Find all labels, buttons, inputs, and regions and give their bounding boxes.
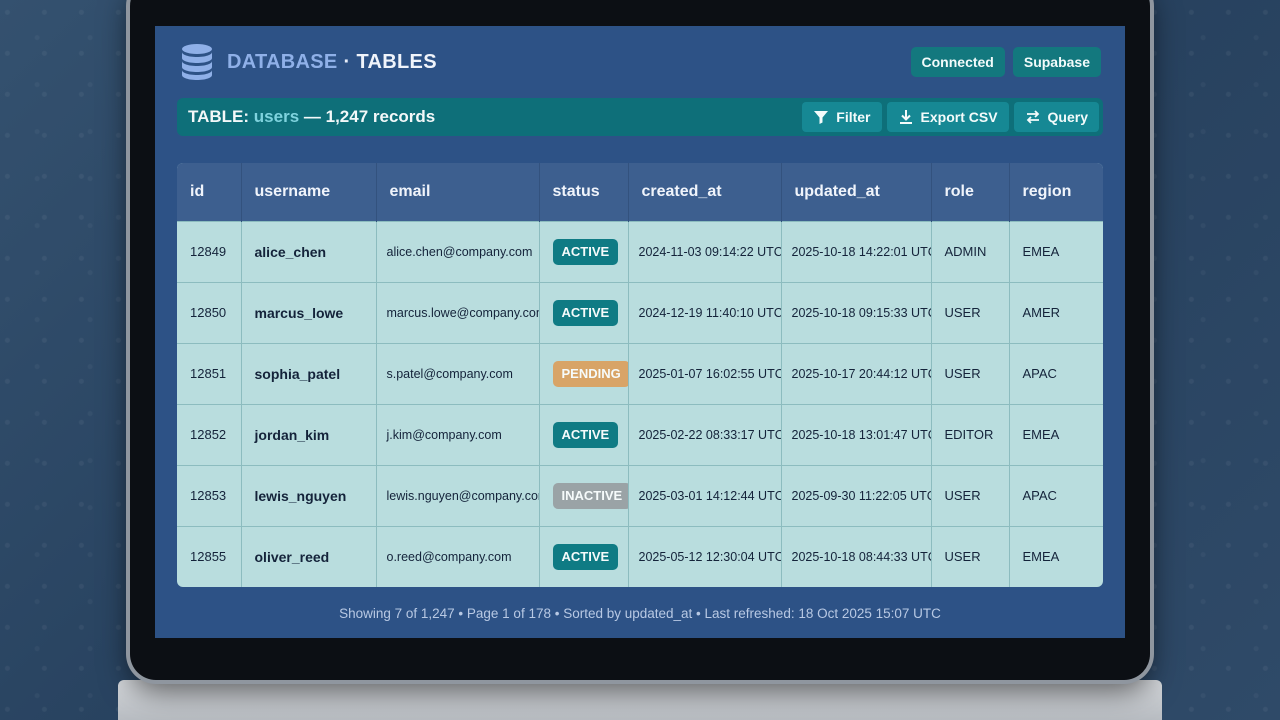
cell-username: jordan_kim bbox=[241, 403, 377, 465]
cell-username: marcus_lowe bbox=[241, 281, 377, 343]
provider-badge[interactable]: Supabase bbox=[1012, 47, 1101, 77]
query-label: Query bbox=[1047, 109, 1088, 125]
cell-email: s.patel@company.com bbox=[376, 342, 540, 404]
cell-created-at: 2024-11-03 09:14:22 UTC bbox=[628, 220, 782, 282]
laptop-base bbox=[118, 680, 1162, 720]
column-header-status[interactable]: status bbox=[539, 163, 629, 221]
query-button[interactable]: Query bbox=[1013, 102, 1099, 132]
status-badge: INACTIVE bbox=[552, 482, 627, 509]
cell-username: lewis_nguyen bbox=[241, 464, 377, 526]
cell-email: j.kim@company.com bbox=[376, 403, 540, 465]
title-database: DATABASE bbox=[227, 50, 338, 73]
cell-region: EMEA bbox=[1009, 220, 1103, 282]
status-badge: ACTIVE bbox=[552, 238, 619, 265]
cell-updated-at: 2025-10-18 08:44:33 UTC bbox=[781, 525, 932, 587]
cell-updated-at: 2025-09-30 11:22:05 UTC bbox=[781, 464, 932, 526]
cell-region: APAC bbox=[1009, 464, 1103, 526]
record-count: — 1,247 records bbox=[303, 107, 436, 126]
column-header-region[interactable]: region bbox=[1009, 163, 1103, 221]
cell-role: USER bbox=[931, 525, 1010, 587]
app-screen: DATABASE · TABLES Connected Supabase TABLE… bbox=[155, 26, 1125, 638]
table-row[interactable]: 12849 alice_chen alice.chen@company.com … bbox=[177, 220, 1103, 282]
cell-role: EDITOR bbox=[931, 403, 1010, 465]
swap-arrows-icon bbox=[1026, 110, 1039, 124]
status-badge: ACTIVE bbox=[552, 543, 619, 570]
toolbar-actions: Filter Export CSV Query bbox=[802, 102, 1103, 132]
cell-region: AMER bbox=[1009, 281, 1103, 343]
cell-username: sophia_patel bbox=[241, 342, 377, 404]
cell-id: 12855 bbox=[177, 525, 242, 587]
table-info: TABLE: users — 1,247 records bbox=[188, 107, 435, 127]
column-header-username[interactable]: username bbox=[241, 163, 377, 221]
cell-role: USER bbox=[931, 281, 1010, 343]
cell-id: 12851 bbox=[177, 342, 242, 404]
table-row[interactable]: 12855 oliver_reed o.reed@company.com ACT… bbox=[177, 525, 1103, 587]
database-icon bbox=[182, 44, 212, 80]
cell-region: EMEA bbox=[1009, 403, 1103, 465]
page-title: DATABASE · TABLES bbox=[227, 51, 437, 74]
cell-role: ADMIN bbox=[931, 220, 1010, 282]
cell-created-at: 2024-12-19 11:40:10 UTC bbox=[628, 281, 782, 343]
cell-updated-at: 2025-10-18 14:22:01 UTC bbox=[781, 220, 932, 282]
column-header-id[interactable]: id bbox=[177, 163, 242, 221]
cell-role: USER bbox=[931, 464, 1010, 526]
cell-updated-at: 2025-10-17 20:44:12 UTC bbox=[781, 342, 932, 404]
cell-id: 12849 bbox=[177, 220, 242, 282]
column-header-updated-at[interactable]: updated_at bbox=[781, 163, 932, 221]
cell-status: ACTIVE bbox=[539, 525, 629, 587]
column-header-role[interactable]: role bbox=[931, 163, 1010, 221]
cell-status: ACTIVE bbox=[539, 220, 629, 282]
table-row[interactable]: 12852 jordan_kim j.kim@company.com ACTIV… bbox=[177, 403, 1103, 465]
status-badge: ACTIVE bbox=[552, 421, 619, 448]
cell-id: 12850 bbox=[177, 281, 242, 343]
filter-button[interactable]: Filter bbox=[802, 102, 882, 132]
export-csv-button[interactable]: Export CSV bbox=[886, 102, 1009, 132]
cell-role: USER bbox=[931, 342, 1010, 404]
download-icon bbox=[899, 110, 912, 124]
connection-status-badge[interactable]: Connected bbox=[910, 47, 1005, 77]
cell-email: lewis.nguyen@company.com bbox=[376, 464, 540, 526]
cell-status: INACTIVE bbox=[539, 464, 629, 526]
filter-icon bbox=[814, 111, 829, 124]
filter-label: Filter bbox=[836, 109, 871, 125]
table-row[interactable]: 12851 sophia_patel s.patel@company.com P… bbox=[177, 342, 1103, 404]
table-row[interactable]: 12853 lewis_nguyen lewis.nguyen@company.… bbox=[177, 464, 1103, 526]
title-separator: · bbox=[343, 50, 351, 73]
cell-status: ACTIVE bbox=[539, 281, 629, 343]
cell-email: marcus.lowe@company.com bbox=[376, 281, 540, 343]
title-tables: TABLES bbox=[356, 50, 437, 73]
cell-id: 12853 bbox=[177, 464, 242, 526]
table-footer-status: Showing 7 of 1,247 • Page 1 of 178 • Sor… bbox=[339, 606, 941, 621]
table-toolbar: TABLE: users — 1,247 records Filter Expo… bbox=[177, 98, 1103, 136]
data-table-container: id username email status created_at upda… bbox=[177, 163, 1103, 587]
app-header: DATABASE · TABLES Connected Supabase bbox=[181, 44, 1101, 80]
cell-status: PENDING bbox=[539, 342, 629, 404]
header-badges: Connected Supabase bbox=[910, 47, 1101, 77]
cell-updated-at: 2025-10-18 09:15:33 UTC bbox=[781, 281, 932, 343]
cell-id: 12852 bbox=[177, 403, 242, 465]
cell-created-at: 2025-03-01 14:12:44 UTC bbox=[628, 464, 782, 526]
cell-region: EMEA bbox=[1009, 525, 1103, 587]
cell-email: alice.chen@company.com bbox=[376, 220, 540, 282]
cell-created-at: 2025-02-22 08:33:17 UTC bbox=[628, 403, 782, 465]
cell-created-at: 2025-01-07 16:02:55 UTC bbox=[628, 342, 782, 404]
status-badge: ACTIVE bbox=[552, 299, 619, 326]
table-prefix: TABLE: bbox=[188, 107, 250, 126]
cell-username: alice_chen bbox=[241, 220, 377, 282]
cell-created-at: 2025-05-12 12:30:04 UTC bbox=[628, 525, 782, 587]
cell-region: APAC bbox=[1009, 342, 1103, 404]
status-badge: PENDING bbox=[552, 360, 627, 387]
column-header-created-at[interactable]: created_at bbox=[628, 163, 782, 221]
column-header-email[interactable]: email bbox=[376, 163, 540, 221]
table-header-row: id username email status created_at upda… bbox=[177, 163, 1103, 221]
data-table: id username email status created_at upda… bbox=[177, 163, 1103, 587]
table-row[interactable]: 12850 marcus_lowe marcus.lowe@company.co… bbox=[177, 281, 1103, 343]
export-label: Export CSV bbox=[920, 109, 998, 125]
cell-email: o.reed@company.com bbox=[376, 525, 540, 587]
cell-username: oliver_reed bbox=[241, 525, 377, 587]
table-name[interactable]: users bbox=[254, 107, 299, 126]
cell-status: ACTIVE bbox=[539, 403, 629, 465]
cell-updated-at: 2025-10-18 13:01:47 UTC bbox=[781, 403, 932, 465]
